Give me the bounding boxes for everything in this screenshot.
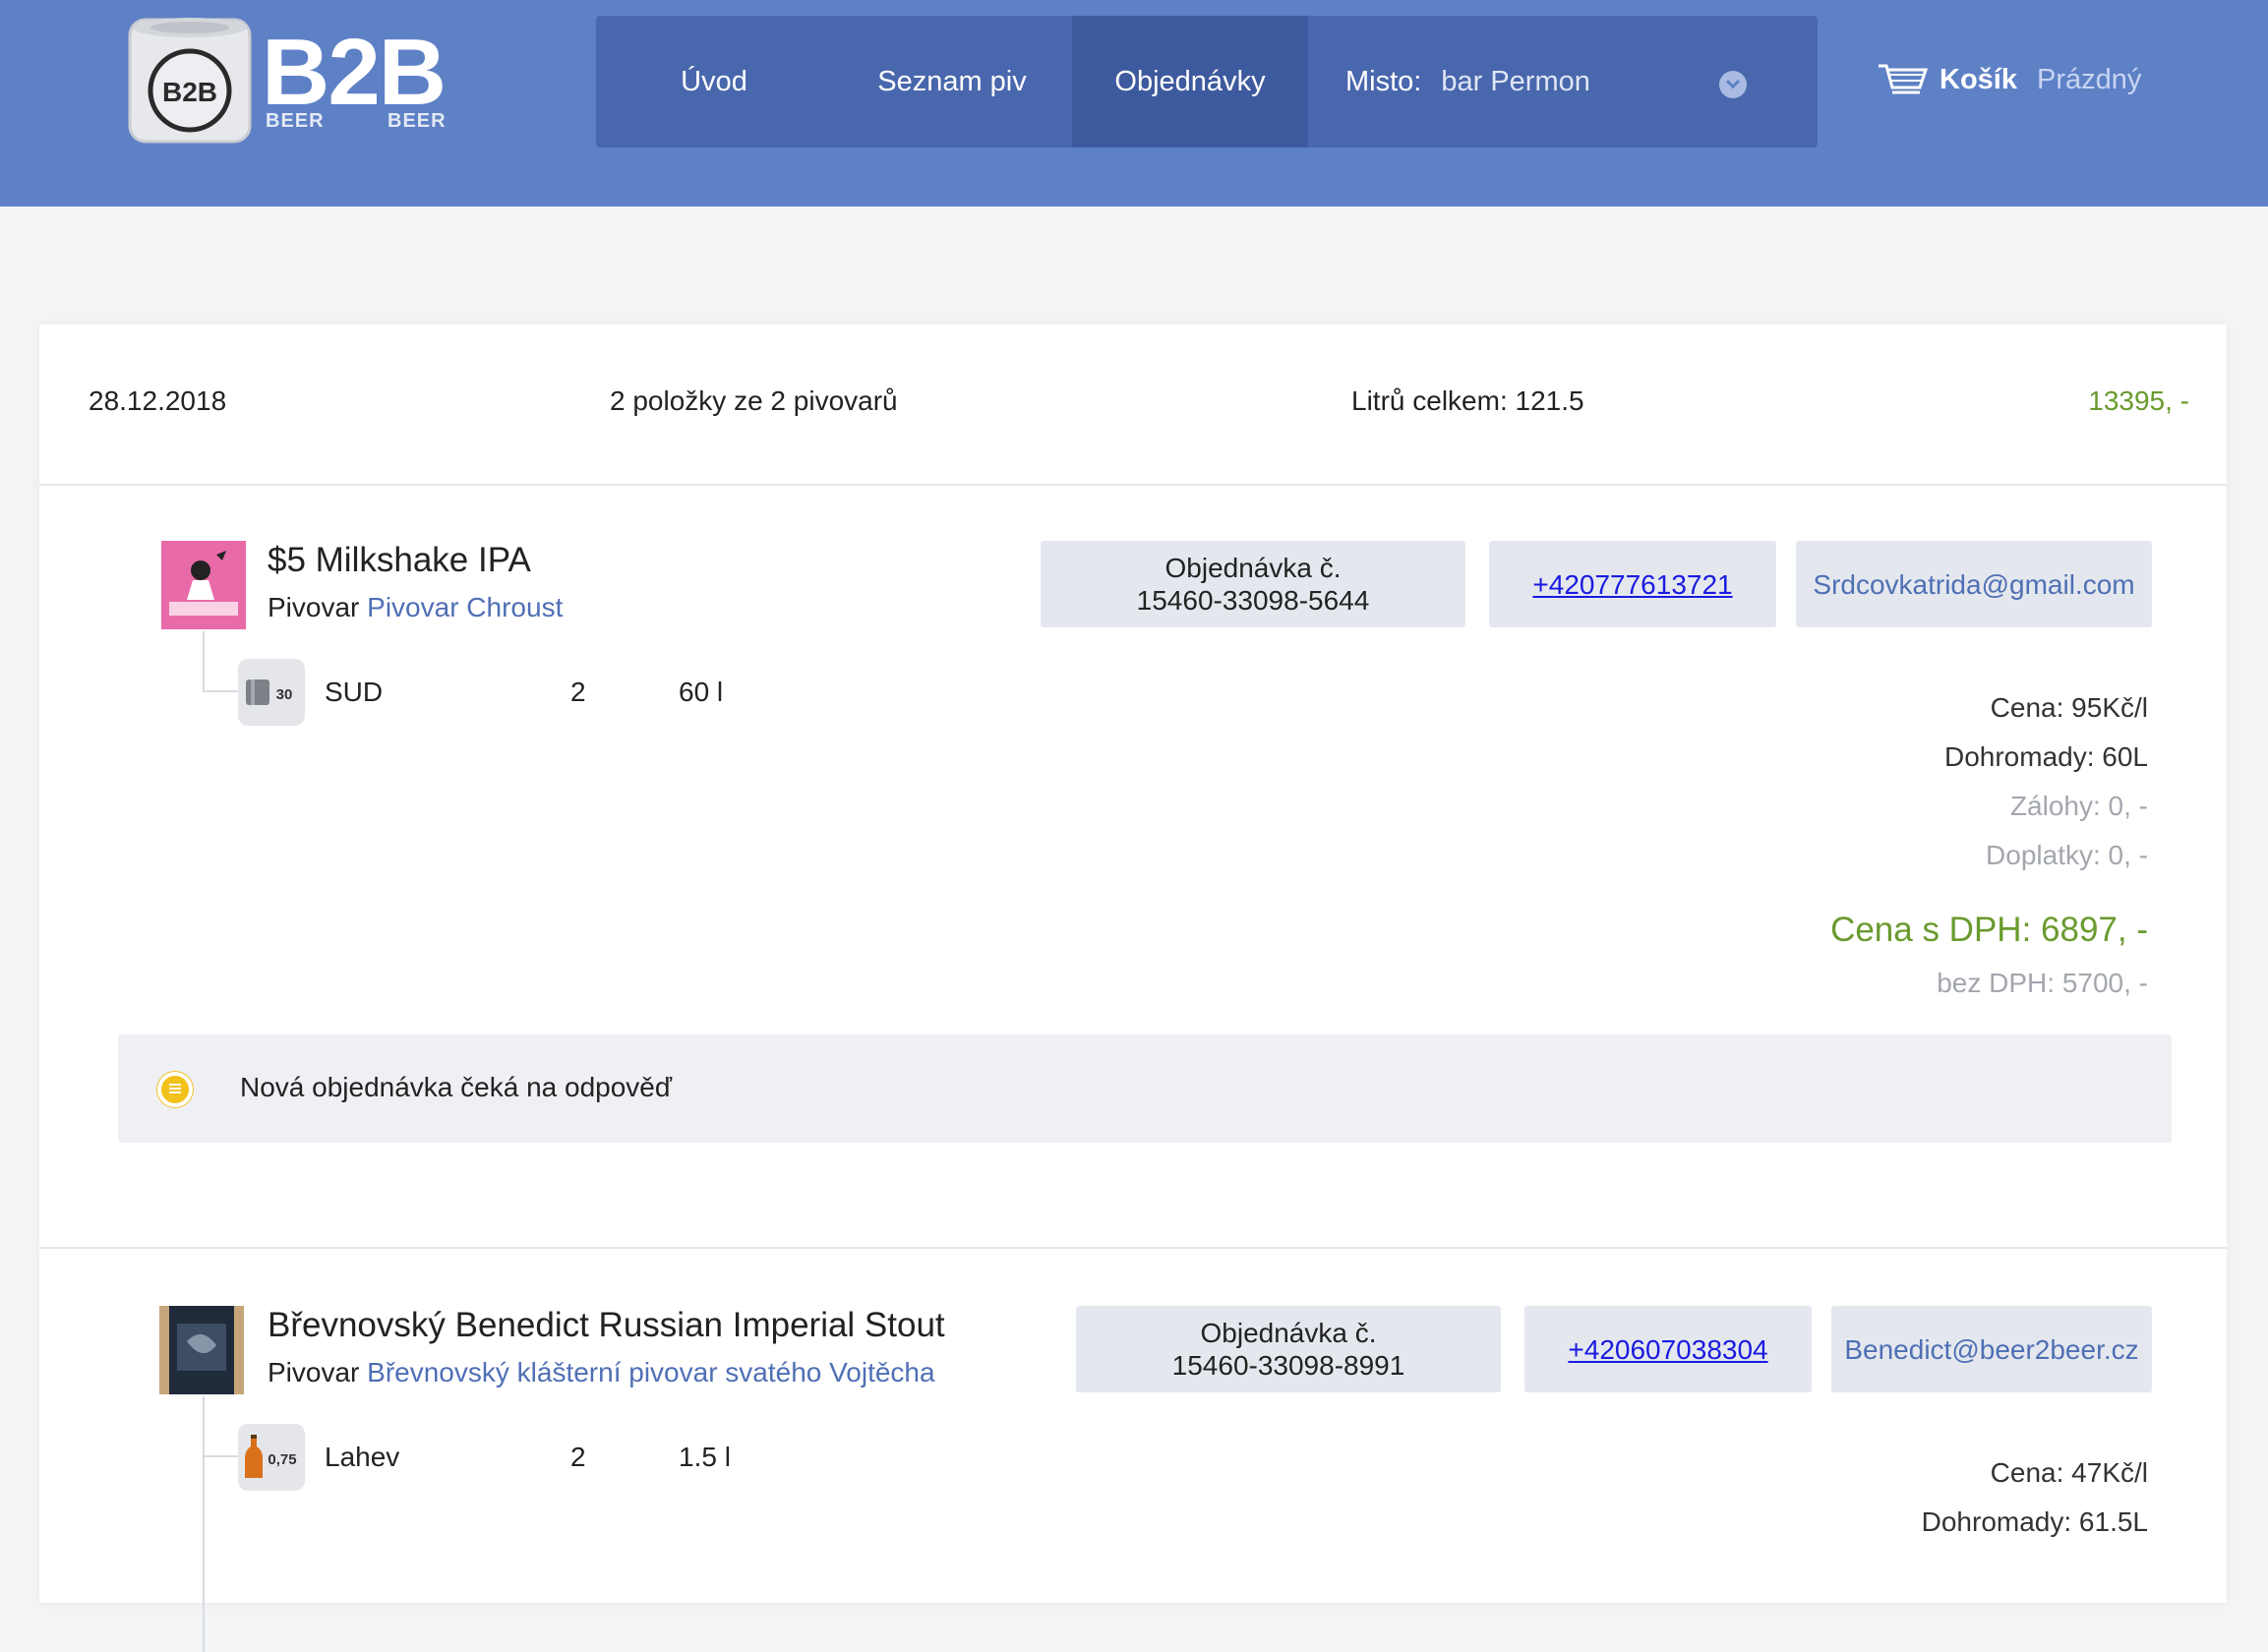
order-item: Břevnovský Benedict Russian Imperial Sto…: [39, 1251, 2227, 1652]
price-without-vat: bez DPH: 5700, -: [1937, 968, 2148, 998]
product-name[interactable]: Břevnovský Benedict Russian Imperial Sto…: [268, 1306, 945, 1345]
phone-link[interactable]: +420607038304: [1524, 1306, 1812, 1392]
order-number-label: Objednávka č.: [1164, 553, 1342, 583]
surcharges: Doplatky: 0, -: [1986, 840, 2148, 870]
product-thumbnail: [159, 1306, 244, 1394]
product-thumbnail: [161, 541, 246, 629]
bottle-package-icon: 0,75: [238, 1424, 305, 1491]
order-number-label: Objednávka č.: [1200, 1318, 1377, 1348]
order-summary[interactable]: 28.12.2018 2 položky ze 2 pivovarů Litrů…: [39, 324, 2227, 486]
phone-link[interactable]: +420777613721: [1489, 541, 1776, 627]
svg-text:30: 30: [276, 686, 293, 703]
logo-wordmark: B2B: [262, 20, 447, 125]
cart-status: Prázdný: [2036, 63, 2142, 95]
price-with-vat: Cena s DPH: 6897, -: [1830, 911, 2148, 949]
main-nav: Úvod Seznam piv Objednávky Misto: bar Pe…: [596, 16, 1818, 148]
keg-logo-icon: B2B: [128, 18, 252, 144]
order-liters-total: Litrů celkem: 121.5: [1351, 385, 1584, 416]
order-card: 28.12.2018 2 položky ze 2 pivovarů Litrů…: [39, 324, 2227, 1652]
logo-sub-right: BEER: [388, 110, 447, 132]
order-items-count: 2 položky ze 2 pivovarů: [610, 385, 898, 416]
tree-connector: [203, 1455, 238, 1457]
chevron-down-icon[interactable]: [1719, 71, 1747, 98]
order-item: $5 Milkshake IPA Pivovar Pivovar Chroust…: [39, 486, 2227, 1249]
top-header: B2B B2B BEER BEER Úvod Seznam piv Objedn…: [0, 0, 2268, 206]
keg-package-icon: 30: [238, 659, 305, 726]
logo-sub-left: BEER: [266, 110, 325, 132]
nav-item-seznam-piv[interactable]: Seznam piv: [834, 16, 1070, 148]
status-text: Nová objednávka čeká na odpověď: [240, 1072, 673, 1102]
order-number-chip: Objednávka č. 15460-33098-8991: [1076, 1306, 1501, 1392]
place-selector[interactable]: Misto: bar Permon: [1340, 16, 1818, 148]
price-per-liter: Cena: 47Kč/l: [1990, 1457, 2148, 1488]
order-number-chip: Objednávka č. 15460-33098-5644: [1041, 541, 1465, 627]
package-count: 2: [570, 677, 586, 707]
package-volume: 1.5 l: [679, 1442, 731, 1472]
order-number: 15460-33098-8991: [1171, 1350, 1405, 1381]
package-type: SUD: [325, 677, 384, 707]
b2b-logo[interactable]: B2B B2B BEER BEER: [126, 14, 450, 151]
total-volume: Dohromady: 61.5L: [1921, 1506, 2148, 1537]
cart-button[interactable]: Košík Prázdný: [1877, 55, 2141, 104]
tree-connector: [203, 631, 205, 692]
place-label: Misto:: [1345, 65, 1422, 97]
order-date: 28.12.2018: [89, 385, 227, 416]
brewery-line: Pivovar Pivovar Chroust: [268, 592, 563, 623]
brewery-prefix: Pivovar: [268, 592, 360, 622]
brewery-prefix: Pivovar: [268, 1357, 360, 1387]
brewery-link[interactable]: Břevnovský klášterní pivovar svatého Voj…: [367, 1357, 934, 1387]
place-value: bar Permon: [1441, 65, 1590, 97]
brewery-line: Pivovar Břevnovský klášterní pivovar sva…: [268, 1357, 935, 1388]
price-per-liter: Cena: 95Kč/l: [1990, 692, 2148, 723]
cart-icon: [1879, 64, 1928, 94]
order-status-bar: Nová objednávka čeká na odpověď: [118, 1034, 2172, 1143]
nav-item-uvod[interactable]: Úvod: [596, 16, 832, 148]
deposits: Zálohy: 0, -: [2009, 791, 2148, 821]
status-document-icon: [157, 1072, 193, 1107]
package-type: Lahev: [325, 1442, 400, 1472]
keg-logo-text: B2B: [162, 77, 217, 107]
package-volume: 60 l: [679, 677, 724, 707]
order-total-price: 13395, -: [2088, 385, 2189, 416]
nav-item-objednavky[interactable]: Objednávky: [1072, 16, 1308, 148]
email-link[interactable]: Benedict@beer2beer.cz: [1831, 1306, 2152, 1392]
tree-connector: [203, 690, 238, 692]
package-count: 2: [570, 1442, 586, 1472]
order-number: 15460-33098-5644: [1136, 585, 1370, 616]
total-volume: Dohromady: 60L: [1943, 741, 2148, 772]
email-link[interactable]: Srdcovkatrida@gmail.com: [1796, 541, 2152, 627]
brewery-link[interactable]: Pivovar Chroust: [367, 592, 563, 622]
svg-text:0,75: 0,75: [268, 1451, 296, 1468]
cart-label: Košík: [1940, 63, 2017, 95]
tree-connector: [203, 1396, 205, 1652]
product-name[interactable]: $5 Milkshake IPA: [268, 541, 531, 580]
